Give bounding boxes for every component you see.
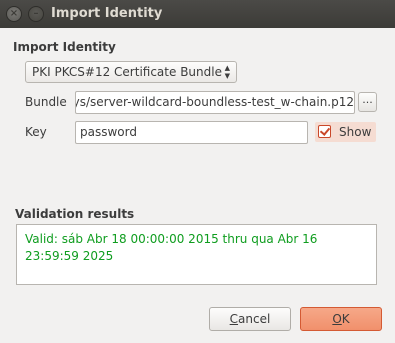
close-icon[interactable]: × <box>6 6 22 22</box>
cancel-label-rest: ancel <box>238 312 271 326</box>
ok-button[interactable]: OK <box>300 307 382 331</box>
spin-arrows-icon: ▲ ▼ <box>224 64 230 80</box>
bundle-path-value: ys/server-wildcard-boundless-test_w-chai… <box>75 95 354 109</box>
validation-text: Valid: sáb Abr 18 00:00:00 2015 thru qua… <box>25 232 318 263</box>
show-label: Show <box>339 125 372 139</box>
bundle-path-field[interactable]: ys/server-wildcard-boundless-test_w-chai… <box>75 91 355 114</box>
identity-type-value: PKI PKCS#12 Certificate Bundle <box>32 65 222 79</box>
title-bar: × – Import Identity <box>0 0 395 28</box>
show-password-toggle[interactable]: Show <box>315 122 376 142</box>
browse-button[interactable]: ... <box>358 92 377 112</box>
minimize-icon[interactable]: – <box>28 6 44 22</box>
window-title: Import Identity <box>51 6 163 21</box>
validation-results-box: Valid: sáb Abr 18 00:00:00 2015 thru qua… <box>16 224 377 285</box>
identity-type-select[interactable]: PKI PKCS#12 Certificate Bundle ▲ ▼ <box>25 61 237 83</box>
ok-mnemonic: O <box>332 312 342 326</box>
import-identity-heading: Import Identity <box>13 40 116 54</box>
key-password-field[interactable]: password <box>75 121 308 144</box>
bundle-label: Bundle <box>25 95 67 109</box>
key-label: Key <box>25 125 47 139</box>
show-checkbox[interactable] <box>318 125 331 138</box>
cancel-button[interactable]: Cancel <box>209 307 291 331</box>
cancel-mnemonic: C <box>229 312 239 326</box>
ok-label-rest: K <box>341 312 350 326</box>
validation-results-heading: Validation results <box>15 207 135 221</box>
